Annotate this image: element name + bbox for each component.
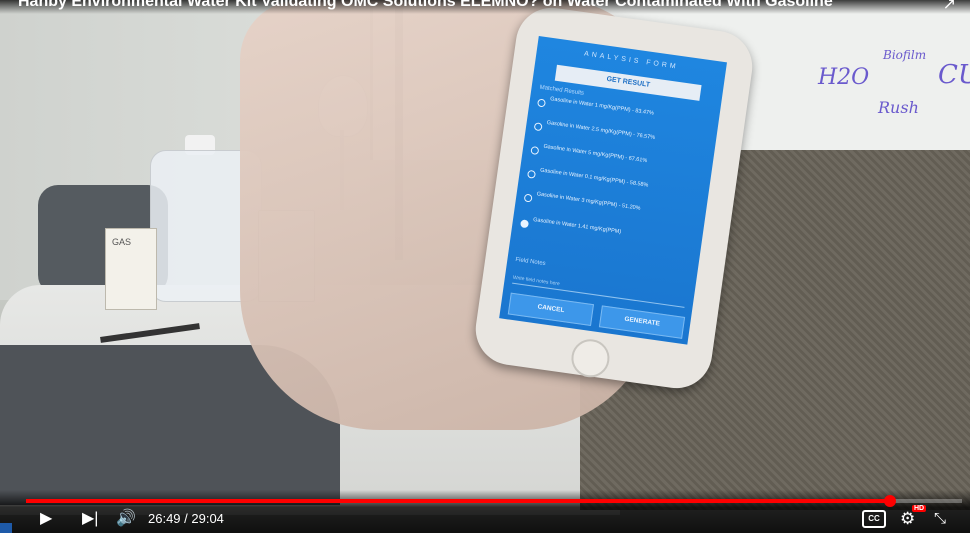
gear-icon[interactable]: ⚙ (900, 510, 915, 528)
corner-accent (0, 523, 12, 533)
cancel-button[interactable]: CANCEL (507, 292, 595, 327)
player-controls (0, 490, 970, 533)
progress-bar[interactable] (26, 495, 962, 507)
sample-box: GAS (105, 228, 157, 310)
sample-box-label: GAS (112, 237, 132, 247)
phone-button-row: CANCEL GENERATE (500, 291, 691, 339)
progress-scrubber[interactable] (883, 495, 896, 507)
whiteboard-text: Rush (878, 98, 919, 117)
radio-icon[interactable] (537, 98, 547, 108)
progress-played (26, 499, 890, 503)
volume-icon[interactable]: 🔊 (116, 510, 136, 528)
cc-icon[interactable]: CC (862, 510, 886, 528)
time-display: 26:49 / 29:04 (148, 511, 224, 526)
hd-badge: HD (912, 505, 927, 512)
generate-button[interactable]: GENERATE (598, 305, 686, 339)
play-icon[interactable]: ▶ (40, 510, 52, 528)
home-button (569, 336, 612, 380)
radio-selected-icon[interactable] (520, 219, 530, 229)
radio-icon[interactable] (533, 122, 543, 132)
video-frame[interactable]: H2O Biofilm CU Rush GAS ANALYSIS FORM GE… (0, 0, 970, 533)
next-icon[interactable]: ▶| (82, 510, 98, 528)
smartphone: ANALYSIS FORM GET RESULT Matched Results… (471, 3, 757, 393)
exit-fullscreen-icon[interactable]: ⤡ (934, 510, 946, 528)
share-icon[interactable]: ↗ (943, 0, 956, 14)
radio-icon[interactable] (530, 146, 540, 156)
whiteboard-text: CU (938, 60, 970, 90)
result-option-text: Gasoline in Water 1 mg/Kg(PPM) - 83.47% (549, 96, 655, 117)
radio-icon[interactable] (526, 169, 537, 179)
whiteboard-text: H2O (818, 65, 870, 90)
video-title-bar: Hanby Environmental Water Kit Validating… (0, 0, 970, 14)
radio-icon[interactable] (523, 193, 533, 203)
video-title[interactable]: Hanby Environmental Water Kit Validating… (18, 0, 833, 11)
phone-screen: ANALYSIS FORM GET RESULT Matched Results… (499, 35, 727, 345)
field-notes-label: Field Notes (515, 256, 546, 268)
whiteboard-text: Biofilm (883, 48, 927, 62)
